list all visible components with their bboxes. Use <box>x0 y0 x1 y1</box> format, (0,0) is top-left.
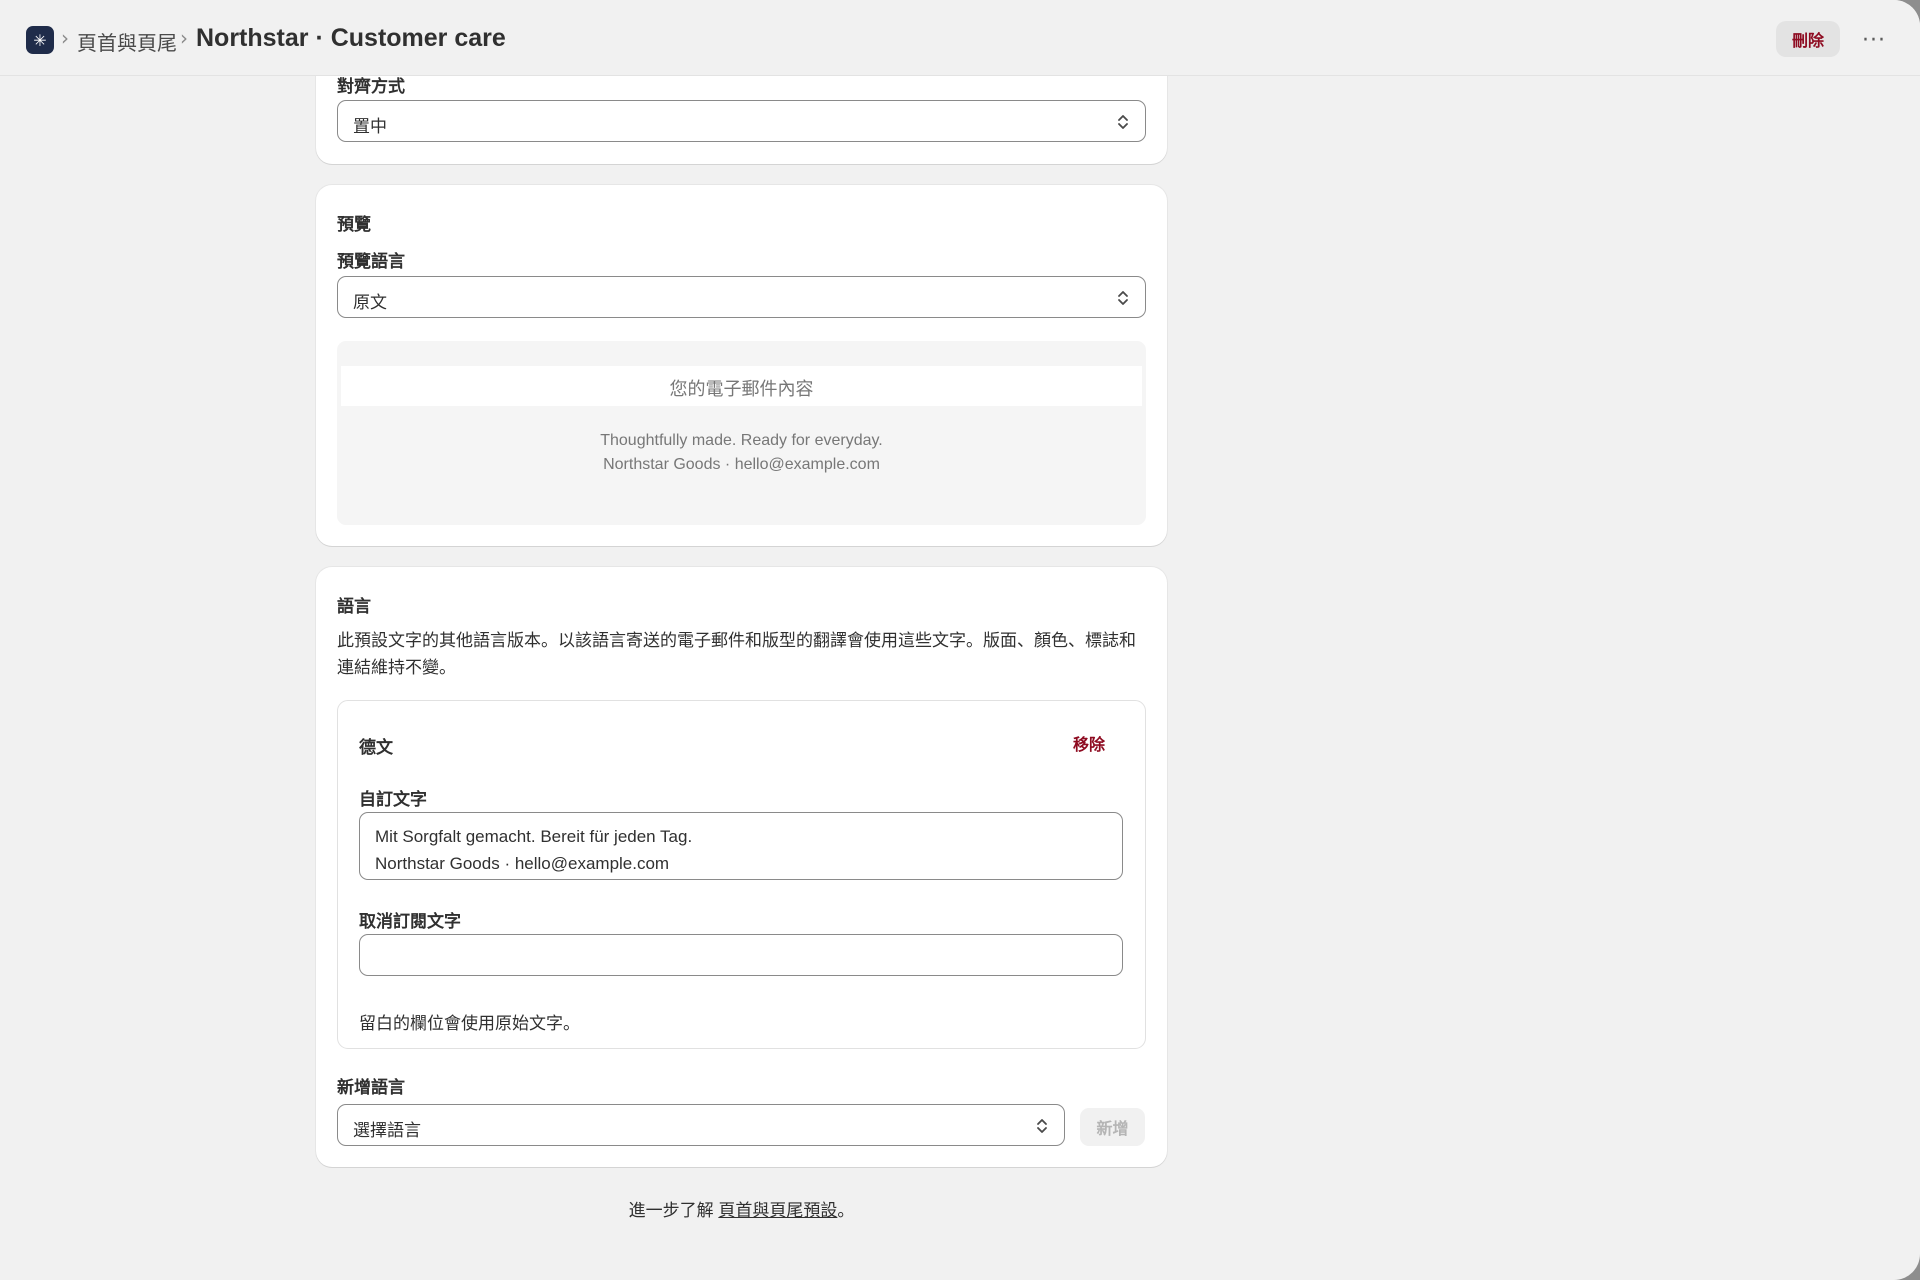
delete-button[interactable]: 刪除 <box>1776 21 1840 57</box>
remove-language-button[interactable]: 移除 <box>1073 731 1105 755</box>
language-entry: 德文 移除 自訂文字 Mit Sorgfalt gemacht. Bereit … <box>337 700 1146 1049</box>
alignment-select-value: 置中 <box>353 117 387 136</box>
add-language-button[interactable]: 新增 <box>1080 1108 1145 1146</box>
preview-footer-line-1: Thoughtfully made. Ready for everyday. <box>600 432 883 449</box>
blank-fields-hint: 留白的欄位會使用原始文字。 <box>359 1014 580 1033</box>
preview-language-value: 原文 <box>353 293 387 312</box>
custom-text-field[interactable]: Mit Sorgfalt gemacht. Bereit für jeden T… <box>359 812 1123 880</box>
learn-more-suffix: 。 <box>837 1201 855 1220</box>
languages-card: 語言 此預設文字的其他語言版本。以該語言寄送的電子郵件和版型的翻譯會使用這些文字… <box>316 567 1167 1167</box>
page-title: Northstar · Customer care <box>196 24 506 52</box>
app-window: ✳ › 頁首與頁尾 › Northstar · Customer care 刪除… <box>0 0 1920 1280</box>
unsubscribe-text-field[interactable] <box>359 934 1123 976</box>
add-language-select[interactable]: 選擇語言 <box>337 1104 1065 1146</box>
language-entry-name: 德文 <box>359 738 393 757</box>
preview-card: 預覽 預覽語言 原文 您的電子郵件內容 Thoughtfully made. R… <box>316 185 1167 546</box>
custom-text-label: 自訂文字 <box>359 790 427 809</box>
preview-footer-line-2: Northstar Goods · hello@example.com <box>603 456 880 473</box>
languages-description: 此預設文字的其他語言版本。以該語言寄送的電子郵件和版型的翻譯會使用這些文字。版面… <box>337 631 1136 677</box>
unsubscribe-text-label: 取消訂閱文字 <box>359 912 461 931</box>
select-chevron-icon <box>1118 291 1128 305</box>
chevron-right-icon: › <box>180 26 188 50</box>
select-chevron-icon <box>1118 115 1128 129</box>
more-actions-icon[interactable]: ··· <box>1858 24 1890 56</box>
breadcrumb-parent[interactable]: 頁首與頁尾 <box>77 27 177 56</box>
add-language-placeholder: 選擇語言 <box>353 1121 421 1140</box>
learn-more-link[interactable]: 頁首與頁尾預設 <box>718 1201 837 1220</box>
learn-more-prefix: 進一步了解 <box>628 1201 719 1220</box>
email-body-placeholder: 您的電子郵件內容 <box>341 366 1142 406</box>
learn-more-text: 進一步了解 頁首與頁尾預設。 <box>316 1196 1167 1221</box>
languages-heading: 語言 <box>337 597 371 616</box>
preview-language-select[interactable]: 原文 <box>337 276 1146 318</box>
preview-heading: 預覽 <box>337 215 371 234</box>
email-preview: 您的電子郵件內容 Thoughtfully made. Ready for ev… <box>337 341 1146 525</box>
add-language-label: 新增語言 <box>337 1078 405 1097</box>
select-chevron-icon <box>1037 1119 1047 1133</box>
asterisk-icon[interactable]: ✳ <box>26 26 54 54</box>
chevron-right-icon: › <box>61 26 69 50</box>
top-bar: ✳ › 頁首與頁尾 › Northstar · Customer care 刪除… <box>0 0 1920 76</box>
alignment-select[interactable]: 置中 <box>337 100 1146 142</box>
email-body-text: 您的電子郵件內容 <box>669 379 814 399</box>
preview-language-label: 預覽語言 <box>337 252 405 271</box>
